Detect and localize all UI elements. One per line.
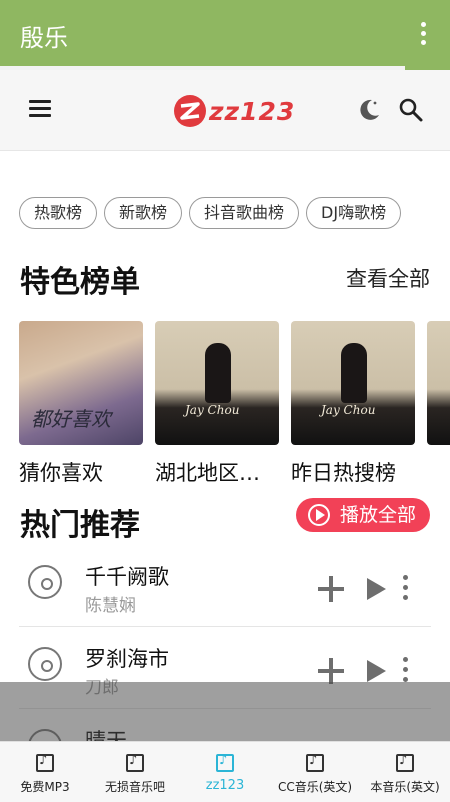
cover-figure [341, 343, 367, 403]
chip-dj-songs[interactable]: DJ嗨歌榜 [306, 197, 402, 229]
view-all-link[interactable]: 查看全部 [346, 263, 430, 293]
card-caption: 猜你喜欢 [19, 461, 103, 485]
add-icon[interactable] [318, 576, 344, 602]
dim-overlay [0, 682, 450, 741]
cover-text: 都好喜欢 [31, 407, 111, 431]
cover-text: Jay Chou [321, 403, 376, 417]
card-cover-image [427, 321, 450, 445]
song-row[interactable]: 千千阙歌 陈慧娴 [19, 545, 431, 627]
tab-label: 本音乐(英文) [370, 780, 440, 794]
play-all-button[interactable]: 播放全部 [295, 498, 430, 532]
song-title: 千千阙歌 [85, 565, 169, 589]
play-icon[interactable] [367, 578, 386, 600]
more-vert-icon[interactable] [403, 575, 409, 605]
hot-title: 热门推荐 [20, 508, 140, 543]
featured-header: 特色榜单 查看全部 [20, 257, 430, 300]
featured-card[interactable]: Jay Chou 昨日热搜榜 [291, 321, 415, 487]
tab-label: zz123 [205, 778, 245, 793]
tab-free-mp3[interactable]: 免费MP3 [0, 742, 90, 802]
play-icon[interactable] [367, 660, 386, 682]
bottom-nav: 免费MP3 无损音乐吧 zz123 CC音乐(英文) 本音乐(英文) [0, 741, 450, 802]
more-vert-icon[interactable] [420, 22, 428, 50]
app-header: zz123 [0, 70, 450, 151]
app-title: 殷乐 [20, 24, 68, 52]
music-note-icon [306, 753, 324, 772]
card-cover-image: Jay Chou [155, 321, 279, 445]
music-note-icon [126, 753, 144, 772]
cover-text: Jay Chou [185, 403, 240, 417]
music-note-icon [216, 753, 234, 772]
card-cover-image: 都好喜欢 [19, 321, 143, 445]
tab-cc-music[interactable]: CC音乐(英文) [270, 742, 360, 802]
song-artist: 陈慧娴 [85, 596, 136, 616]
add-icon[interactable] [318, 658, 344, 684]
play-circle-icon [307, 504, 330, 526]
card-caption: 湖北地区… [155, 461, 260, 485]
music-note-icon [36, 753, 54, 772]
featured-cards: 都好喜欢 猜你喜欢 Jay Chou 湖北地区… Jay Chou 昨日热搜榜 [19, 321, 450, 491]
tab-lossless-music[interactable]: 无损音乐吧 [90, 742, 180, 802]
chart-chips: 热歌榜 新歌榜 抖音歌曲榜 DJ嗨歌榜 [19, 197, 450, 231]
featured-title: 特色榜单 [20, 265, 140, 300]
search-icon[interactable] [398, 97, 424, 123]
play-all-label: 播放全部 [339, 504, 416, 526]
chip-hot-songs[interactable]: 热歌榜 [19, 197, 98, 229]
featured-card[interactable]: Jay Chou 湖北地区… [155, 321, 279, 487]
cover-figure [205, 343, 231, 403]
tab-ben-music[interactable]: 本音乐(英文) [360, 742, 450, 802]
menu-icon[interactable] [29, 100, 51, 118]
featured-card-partial[interactable] [427, 321, 450, 445]
tab-label: CC音乐(英文) [277, 780, 353, 794]
featured-card[interactable]: 都好喜欢 猜你喜欢 [19, 321, 143, 487]
card-cover-image: Jay Chou [291, 321, 415, 445]
disc-icon [28, 565, 62, 599]
title-bar: 殷乐 [0, 0, 450, 70]
logo-text: zz123 [209, 96, 296, 126]
tab-label: 免费MP3 [20, 780, 70, 794]
disc-icon [28, 647, 62, 681]
tab-label: 无损音乐吧 [104, 780, 165, 794]
dark-mode-icon[interactable] [356, 97, 382, 123]
music-note-icon [396, 753, 414, 772]
hot-header: 热门推荐 播放全部 [20, 498, 430, 543]
chip-douyin-songs[interactable]: 抖音歌曲榜 [189, 197, 300, 229]
card-caption: 昨日热搜榜 [291, 461, 396, 485]
chip-new-songs[interactable]: 新歌榜 [104, 197, 183, 229]
logo-mark-icon [174, 95, 206, 127]
zz123-logo[interactable]: zz123 [173, 91, 295, 131]
song-title: 罗刹海市 [85, 647, 169, 671]
tab-zz123[interactable]: zz123 [180, 742, 270, 802]
